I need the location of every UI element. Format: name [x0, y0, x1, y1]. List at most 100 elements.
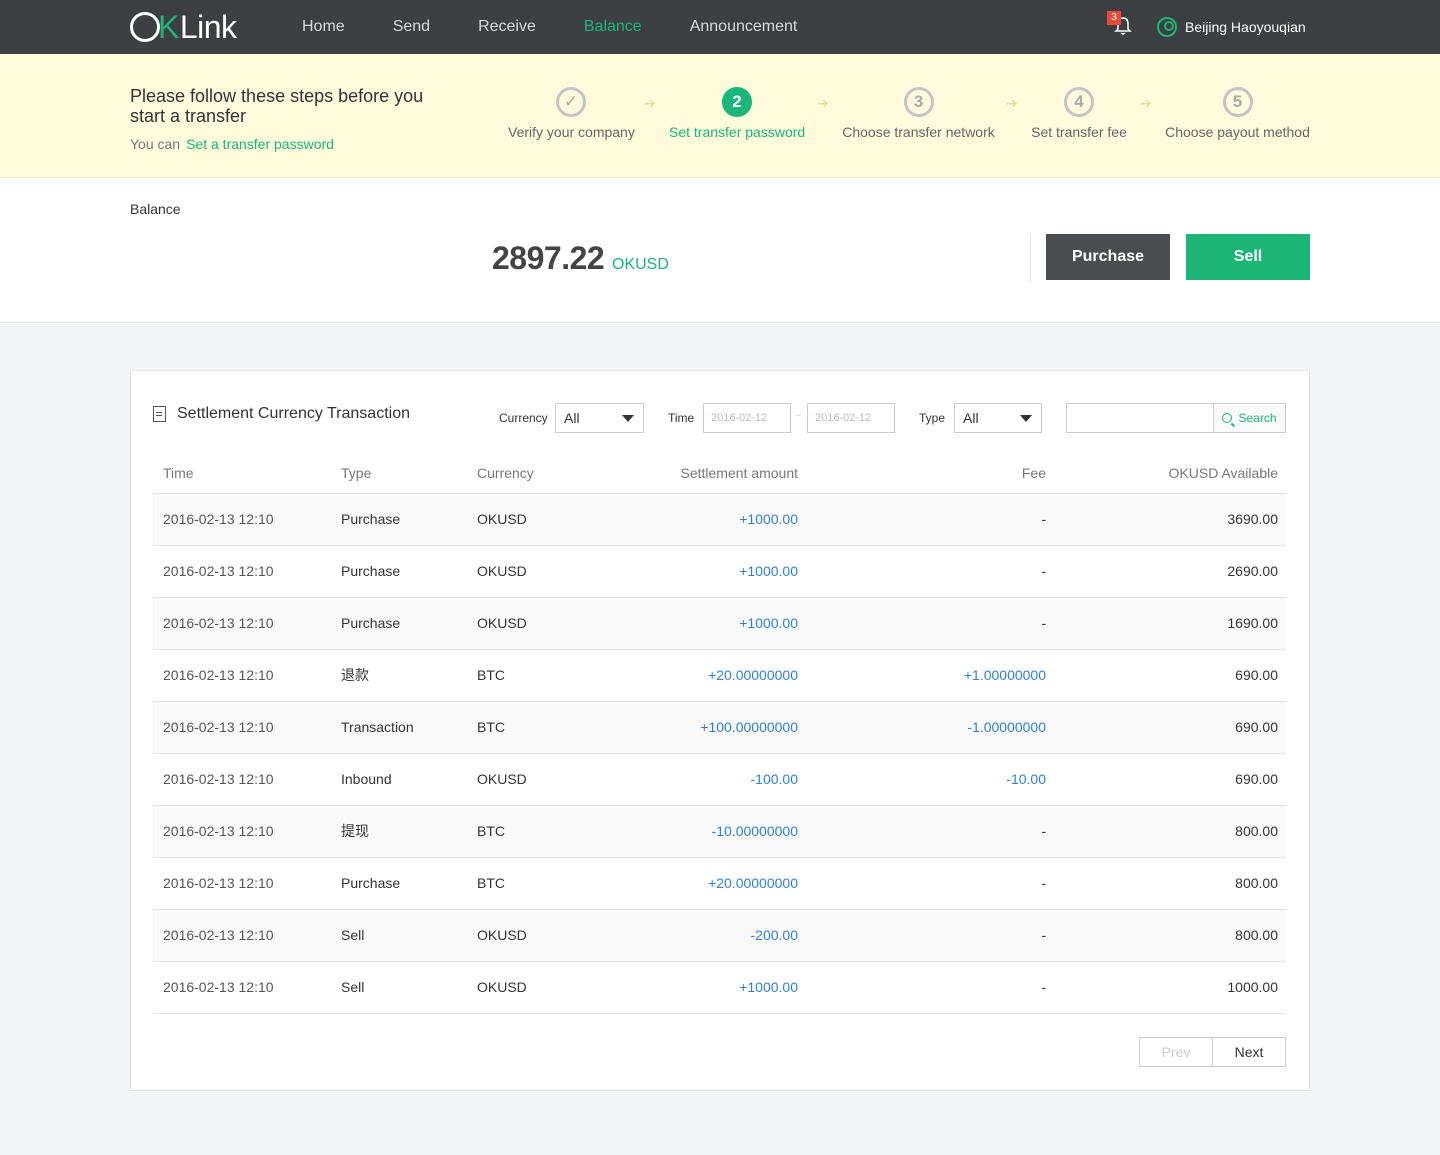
nav-announcement[interactable]: Announcement [690, 18, 798, 36]
cell-time: 2016-02-13 12:10 [153, 597, 341, 650]
table-row[interactable]: 2016-02-13 12:10 Inbound OKUSD -100.00 -… [153, 753, 1286, 806]
cell-currency: OKUSD [477, 909, 613, 962]
vertical-divider [1030, 234, 1031, 282]
search-button[interactable]: Search [1213, 403, 1286, 433]
step-label: Verify your company [508, 124, 635, 140]
table-row[interactable]: 2016-02-13 12:10 Transaction BTC +100.00… [153, 701, 1286, 754]
cell-currency: BTC [477, 805, 613, 858]
table-row[interactable]: 2016-02-13 12:10 退款 BTC +20.00000000 +1.… [153, 649, 1286, 702]
step-choose-transfer-network[interactable]: 3 Choose transfer network [842, 87, 995, 140]
main-nav: Home Send Receive Balance Announcement [302, 0, 845, 54]
cell-time: 2016-02-13 12:10 [153, 805, 341, 858]
cell-time: 2016-02-13 12:10 [153, 753, 341, 806]
step-label: Choose transfer network [842, 124, 995, 140]
date-to-input[interactable]: 2016-02-12 [807, 403, 895, 433]
cell-available: 800.00 [1046, 909, 1286, 962]
cell-type: 提现 [341, 805, 477, 858]
cell-time: 2016-02-13 12:10 [153, 545, 341, 598]
balance-label: Balance [130, 201, 181, 217]
col-type[interactable]: Type [341, 453, 477, 494]
user-menu[interactable]: Beijing Haoyouqian [1157, 16, 1306, 38]
cell-available: 690.00 [1046, 649, 1286, 702]
step-number: 2 [722, 87, 752, 117]
cell-currency: OKUSD [477, 597, 613, 650]
cell-type: Purchase [341, 597, 477, 650]
table-header-row: Time Type Currency Settlement amount Fee… [153, 453, 1286, 494]
nav-receive[interactable]: Receive [478, 18, 536, 36]
setup-steps-banner: Please follow these steps before you sta… [0, 54, 1440, 178]
table-row[interactable]: 2016-02-13 12:10 Sell OKUSD +1000.00 - 1… [153, 961, 1286, 1014]
cell-currency: OKUSD [477, 545, 613, 598]
col-okusd-available[interactable]: OKUSD Available [1046, 453, 1286, 494]
cell-amount: +20.00000000 [613, 649, 798, 702]
top-nav: K Link Home Send Receive Balance Announce… [0, 0, 1440, 54]
cell-fee: - [798, 961, 1046, 1014]
table-row[interactable]: 2016-02-13 12:10 Purchase OKUSD +1000.00… [153, 493, 1286, 546]
steps-title: Please follow these steps before you sta… [130, 86, 424, 126]
cell-time: 2016-02-13 12:10 [153, 857, 341, 910]
logo-o-ring [130, 12, 160, 42]
cell-available: 800.00 [1046, 805, 1286, 858]
type-filter-label: Type [919, 411, 946, 425]
chevron-down-icon [1020, 415, 1032, 422]
step-arrow-icon: ➔ [644, 95, 656, 111]
prev-page-button[interactable]: Prev [1139, 1037, 1213, 1067]
nav-home[interactable]: Home [302, 18, 345, 36]
cell-currency: BTC [477, 649, 613, 702]
table-row[interactable]: 2016-02-13 12:10 Purchase BTC +20.000000… [153, 857, 1286, 910]
next-page-button[interactable]: Next [1212, 1037, 1286, 1067]
step-arrow-icon: ➔ [1140, 95, 1152, 111]
currency-select[interactable]: All [555, 403, 644, 433]
transactions-table: Time Type Currency Settlement amount Fee… [153, 453, 1286, 1014]
cell-currency: OKUSD [477, 753, 613, 806]
step-set-transfer-fee[interactable]: 4 Set transfer fee [1031, 87, 1127, 140]
cell-currency: OKUSD [477, 961, 613, 1014]
table-row[interactable]: 2016-02-13 12:10 Purchase OKUSD +1000.00… [153, 597, 1286, 650]
table-row[interactable]: 2016-02-13 12:10 Sell OKUSD -200.00 - 80… [153, 909, 1286, 962]
nav-balance[interactable]: Balance [584, 18, 642, 36]
step-choose-payout-method[interactable]: 5 Choose payout method [1165, 87, 1310, 140]
balance-amount: 2897.22 [492, 240, 605, 276]
steps-sub-prefix: You can [130, 136, 181, 152]
cell-amount: -100.00 [613, 753, 798, 806]
transactions-card: Settlement Currency Transaction Currency… [130, 370, 1310, 1091]
cell-currency: BTC [477, 857, 613, 910]
step-number: 4 [1064, 87, 1094, 117]
cell-type: 退款 [341, 649, 477, 702]
cell-available: 800.00 [1046, 857, 1286, 910]
table-row[interactable]: 2016-02-13 12:10 Purchase OKUSD +1000.00… [153, 545, 1286, 598]
cell-type: Purchase [341, 493, 477, 546]
user-icon [1157, 17, 1177, 37]
cell-fee: -1.00000000 [798, 701, 1046, 754]
cell-type: Sell [341, 909, 477, 962]
steps-subtitle: You can Set a transfer password [130, 136, 334, 152]
cell-amount: -10.00000000 [613, 805, 798, 858]
col-time[interactable]: Time [153, 453, 341, 494]
cell-amount: +1000.00 [613, 961, 798, 1014]
cell-amount: +100.00000000 [613, 701, 798, 754]
step-set-transfer-password[interactable]: 2 Set transfer password [669, 87, 805, 140]
type-select[interactable]: All [954, 403, 1042, 433]
cell-fee: - [798, 545, 1046, 598]
date-from-input[interactable]: 2016-02-12 [703, 403, 791, 433]
sell-button[interactable]: Sell [1186, 234, 1310, 280]
cell-available: 690.00 [1046, 753, 1286, 806]
set-transfer-password-link[interactable]: Set a transfer password [186, 136, 334, 152]
currency-select-value: All [564, 410, 580, 426]
step-arrow-icon: ➔ [1006, 95, 1018, 111]
search-input[interactable] [1066, 403, 1214, 433]
oklink-logo[interactable]: K Link [130, 9, 237, 45]
step-label: Choose payout method [1165, 124, 1310, 140]
col-settlement-amount[interactable]: Settlement amount [613, 453, 798, 494]
cell-fee: - [798, 909, 1046, 962]
chevron-down-icon [622, 415, 634, 422]
col-fee[interactable]: Fee [798, 453, 1046, 494]
step-verify-company[interactable]: ✓ Verify your company [508, 87, 635, 140]
nav-send[interactable]: Send [393, 18, 430, 36]
step-label: Set transfer fee [1031, 124, 1127, 140]
cell-time: 2016-02-13 12:10 [153, 961, 341, 1014]
col-currency[interactable]: Currency [477, 453, 613, 494]
purchase-button[interactable]: Purchase [1046, 234, 1170, 280]
currency-filter-label: Currency [499, 411, 548, 425]
table-row[interactable]: 2016-02-13 12:10 提现 BTC -10.00000000 - 8… [153, 805, 1286, 858]
